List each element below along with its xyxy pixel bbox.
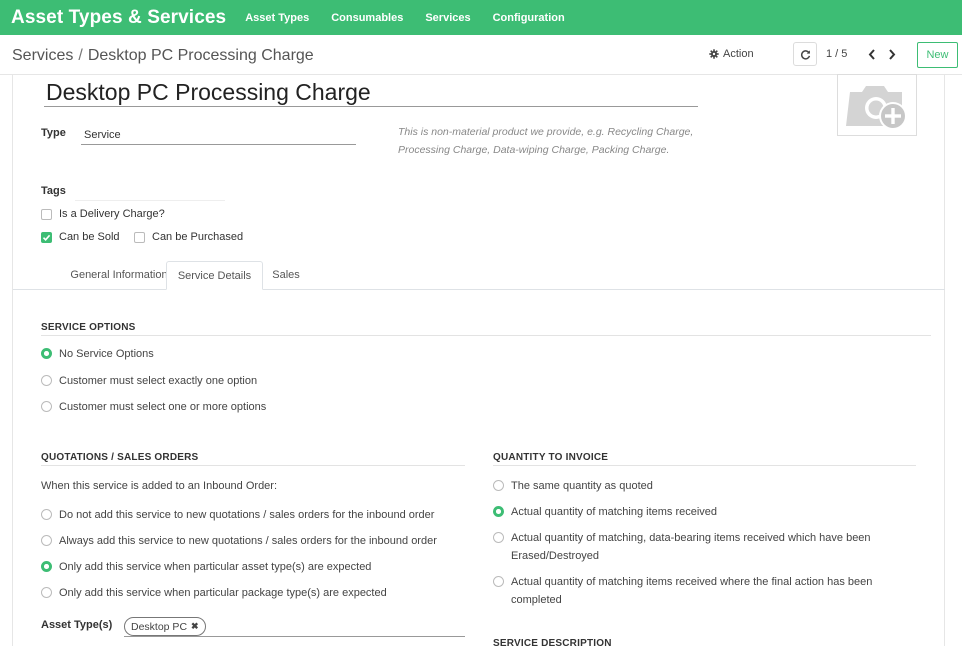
tags-label: Tags <box>41 185 66 197</box>
delivery-charge-label: Is a Delivery Charge? <box>59 208 165 220</box>
product-image[interactable] <box>837 74 917 136</box>
invoice-option-received[interactable]: Actual quantity of matching items receiv… <box>493 503 717 521</box>
breadcrumb-parent[interactable]: Services <box>12 47 73 64</box>
radio-label: The same quantity as quoted <box>511 480 653 492</box>
quotations-intro: When this service is added to an Inbound… <box>41 480 278 492</box>
type-hint: This is non-material product we provide,… <box>398 126 694 156</box>
asset-types-label: Asset Type(s) <box>41 619 113 631</box>
top-menu: Asset Types Consumables Services Configu… <box>234 12 576 24</box>
radio-label: Only add this service when particular pa… <box>59 587 387 599</box>
radio-button <box>493 480 504 491</box>
radio-label: Customer must select exactly one option <box>59 375 258 387</box>
radio-button <box>41 509 52 520</box>
radio-button <box>493 576 504 587</box>
radio-label: Only add this service when particular as… <box>59 561 372 573</box>
pager-counter[interactable]: 1 / 5 <box>826 48 847 60</box>
can-be-purchased-checkbox[interactable]: Can be Purchased <box>134 231 243 243</box>
invoice-option-erased[interactable]: Actual quantity of matching, data-bearin… <box>493 529 903 565</box>
radio-button <box>41 375 52 386</box>
checkbox-box <box>134 231 145 243</box>
reload-button[interactable] <box>793 42 817 66</box>
section-divider <box>41 465 465 466</box>
refresh-icon <box>800 49 811 60</box>
breadcrumb-current: Desktop PC Processing Charge <box>87 47 314 64</box>
checkbox-box <box>41 208 52 220</box>
action-button[interactable]: Action <box>709 48 754 60</box>
radio-button <box>41 348 52 359</box>
section-divider <box>493 465 916 466</box>
service-description-title: SERVICE DESCRIPTION <box>493 638 612 649</box>
type-field[interactable]: Service <box>81 125 356 145</box>
new-button[interactable]: New <box>917 42 958 68</box>
quotation-option-package-types[interactable]: Only add this service when particular pa… <box>41 584 387 602</box>
radio-label: Do not add this service to new quotation… <box>59 509 435 521</box>
radio-button <box>41 401 52 412</box>
service-option-one-or-more[interactable]: Customer must select one or more options <box>41 398 266 416</box>
menu-asset-types[interactable]: Asset Types <box>234 12 320 24</box>
radio-button <box>41 561 52 572</box>
chevron-left-icon <box>868 48 876 60</box>
radio-button <box>41 587 52 598</box>
quantity-to-invoice-title: QUANTITY TO INVOICE <box>493 452 609 463</box>
radio-label: Always add this service to new quotation… <box>59 535 437 547</box>
control-panel: Services / Desktop PC Processing Charge Ac… <box>0 35 962 75</box>
breadcrumb: Services / Desktop PC Processing Charge <box>12 47 314 65</box>
previous-record-button[interactable] <box>862 42 882 66</box>
radio-label: Actual quantity of matching items receiv… <box>511 506 718 518</box>
top-navbar: Asset Types & Services Asset Types Consu… <box>0 0 962 35</box>
radio-button <box>41 535 52 546</box>
radio-button <box>493 532 504 543</box>
next-record-button[interactable] <box>882 42 902 66</box>
tab-sales[interactable]: Sales <box>265 261 307 290</box>
gear-icon <box>709 49 719 59</box>
type-label: Type <box>41 127 66 139</box>
quotation-option-do-not-add[interactable]: Do not add this service to new quotation… <box>41 506 434 524</box>
notebook-tabs: General Information Service Details Sale… <box>13 261 945 290</box>
app-title[interactable]: Asset Types & Services <box>11 7 226 29</box>
tag-label: Desktop PC <box>131 620 188 633</box>
can-be-purchased-label: Can be Purchased <box>152 231 244 243</box>
section-divider <box>41 335 931 336</box>
action-label: Action <box>723 48 754 60</box>
tags-input[interactable] <box>75 185 225 201</box>
quotation-option-always-add[interactable]: Always add this service to new quotation… <box>41 532 437 550</box>
camera-add-icon <box>846 78 908 132</box>
radio-label: Actual quantity of matching items receiv… <box>511 576 873 606</box>
tab-service-details[interactable]: Service Details <box>166 261 263 290</box>
menu-configuration[interactable]: Configuration <box>482 12 576 24</box>
breadcrumb-separator: / <box>78 47 83 64</box>
chevron-right-icon <box>888 48 896 60</box>
menu-services[interactable]: Services <box>414 12 481 24</box>
can-be-sold-label: Can be Sold <box>59 231 120 243</box>
quotations-title: QUOTATIONS / SALES ORDERS <box>41 452 199 463</box>
service-option-none[interactable]: No Service Options <box>41 345 154 363</box>
menu-consumables[interactable]: Consumables <box>320 12 414 24</box>
checkmark-icon <box>41 231 52 243</box>
quotation-option-asset-types[interactable]: Only add this service when particular as… <box>41 558 371 576</box>
invoice-option-quoted[interactable]: The same quantity as quoted <box>493 477 653 495</box>
asset-types-field[interactable]: Desktop PC ✖ <box>124 617 465 637</box>
asset-type-tag: Desktop PC ✖ <box>124 617 206 636</box>
product-name-field[interactable]: Desktop PC Processing Charge <box>44 78 698 107</box>
can-be-sold-checkbox[interactable]: Can be Sold <box>41 231 120 243</box>
remove-tag-icon[interactable]: ✖ <box>191 621 199 632</box>
service-option-exactly-one[interactable]: Customer must select exactly one option <box>41 372 257 390</box>
radio-label: Actual quantity of matching, data-bearin… <box>511 532 871 562</box>
radio-label: Customer must select one or more options <box>59 401 267 413</box>
service-options-title: SERVICE OPTIONS <box>41 322 136 333</box>
invoice-option-completed[interactable]: Actual quantity of matching items receiv… <box>493 573 903 609</box>
delivery-charge-checkbox[interactable]: Is a Delivery Charge? <box>41 208 165 220</box>
radio-label: No Service Options <box>59 348 154 360</box>
radio-button <box>493 506 504 517</box>
